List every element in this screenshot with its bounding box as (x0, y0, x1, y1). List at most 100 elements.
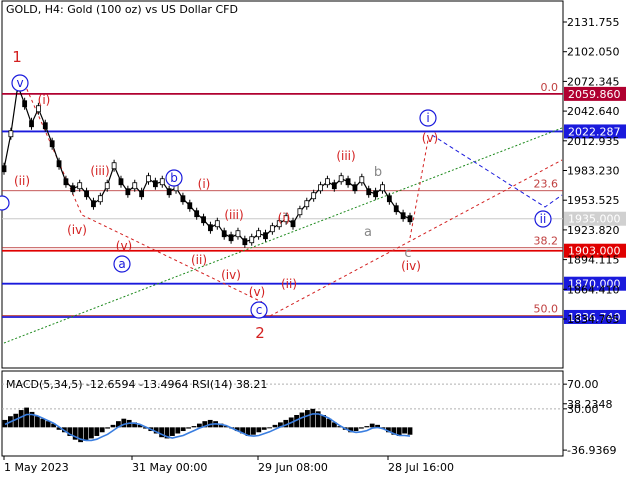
macd-bar (369, 423, 375, 428)
price-candle (304, 200, 310, 208)
macd-bar (99, 427, 105, 433)
price-candle (29, 120, 34, 128)
price-candle (159, 178, 165, 186)
time-axis: 1 May 2023 31 May 00:00 29 Jun 08:00 28 Jul… (3, 456, 454, 474)
price-candle (373, 190, 378, 198)
price-candle (146, 175, 151, 183)
macd-bar (261, 427, 267, 430)
indicator-title: MACD(5,34,5) -12.6594 -13.4964 RSI(14) 3… (6, 378, 267, 391)
price-chart: 2059.8602022.2871903.0001870.0001836.740… (0, 0, 626, 474)
wave-label: (iv) (67, 223, 87, 237)
price-candle (1, 165, 7, 173)
wave-label: c (256, 303, 263, 317)
macd-bar (186, 427, 191, 429)
macd-bar (170, 427, 175, 436)
price-candle (139, 190, 145, 198)
price-candle (208, 224, 213, 232)
price-candle (269, 225, 275, 233)
y-tick-label: 2042.640 (567, 105, 620, 118)
wave-label: (iv) (401, 259, 421, 273)
macd-bar (267, 427, 272, 429)
wave-label: (ii) (14, 174, 30, 188)
macd-bar (256, 427, 262, 433)
price-candle (63, 178, 69, 186)
wave-label: (i) (198, 177, 211, 191)
wave-label: b (170, 171, 178, 185)
macd-bar (305, 410, 310, 428)
price-candle (297, 208, 303, 216)
price-candle (366, 188, 372, 196)
x-tick-label: 28 Jul 16:00 (388, 461, 454, 474)
fib-level-label: 23.6 (534, 178, 559, 191)
wave-label: a (118, 257, 125, 271)
price-candle (386, 195, 392, 203)
macd-bar (35, 416, 40, 428)
price-candle (111, 162, 117, 170)
macd-bar (105, 427, 110, 429)
wave-label: (i) (278, 211, 291, 225)
price-candle (242, 238, 248, 246)
macd-bar (18, 410, 24, 428)
macd-bar (180, 427, 186, 432)
wave-label: v (16, 76, 23, 90)
macd-bar (407, 427, 413, 435)
price-candle (380, 184, 385, 192)
y-tick-label: 1983.230 (567, 165, 620, 178)
wave-label: a (364, 225, 372, 240)
price-candle (228, 234, 234, 242)
wave-label: (ii) (191, 253, 207, 267)
price-candle (77, 182, 83, 190)
fib-level-label: 38.2 (534, 235, 559, 248)
price-candle (235, 230, 241, 238)
price-candle (56, 160, 62, 168)
y-tick-label: 1834.705 (567, 313, 620, 326)
price-candle (338, 175, 344, 183)
price-candle (318, 184, 323, 192)
macd-bar (364, 426, 370, 428)
wave-circle-edge (0, 195, 10, 211)
price-candle (352, 184, 358, 192)
price-candle (359, 176, 365, 184)
wave-label: (iii) (224, 208, 243, 222)
price-candle (166, 188, 172, 196)
price-candle (180, 195, 186, 203)
main-panel-frame (1, 0, 564, 369)
macd-bar (359, 427, 364, 429)
price-candle (214, 220, 220, 228)
price-candle (118, 178, 124, 186)
y-tick-label: 2131.755 (567, 16, 620, 29)
wave-label: (iii) (336, 149, 355, 163)
macd-bar (110, 424, 116, 428)
price-candle (187, 202, 193, 210)
price-candle (8, 130, 14, 138)
macd-bar (353, 427, 359, 432)
price-candle (125, 188, 131, 196)
y-tick-label: 1864.410 (567, 283, 620, 296)
ind-tick-label: 30.00 (567, 403, 599, 416)
price-candle (407, 215, 413, 223)
macd-bar (40, 418, 46, 428)
price-candle (201, 216, 206, 224)
price-candle (263, 232, 268, 240)
y-tick-label: 1923.820 (567, 224, 620, 237)
price-candle (331, 182, 337, 190)
wave-label: (iii) (90, 164, 109, 178)
price-candle (249, 236, 255, 244)
x-tick-label: 1 May 2023 (4, 461, 69, 474)
chart-title: GOLD, H4: Gold (100 oz) vs US Dollar CFD (6, 3, 238, 16)
wave-label: (v) (422, 131, 438, 145)
macd-bar (402, 427, 407, 434)
macd-bar (310, 408, 316, 428)
wave-label: (iv) (221, 268, 241, 282)
wave-label: b (374, 165, 382, 180)
price-candle (290, 220, 296, 228)
price-candle (70, 185, 76, 193)
wave-label: ii (540, 212, 547, 226)
y-tick-label: 1894.115 (567, 254, 620, 267)
x-tick-label: 31 May 00:00 (132, 461, 207, 474)
macd-bar (83, 427, 89, 441)
wave-label: (ii) (281, 277, 297, 291)
ind-tick-label: -36.9369 (567, 444, 616, 457)
price-candle (400, 212, 406, 220)
price-candle (325, 178, 330, 186)
